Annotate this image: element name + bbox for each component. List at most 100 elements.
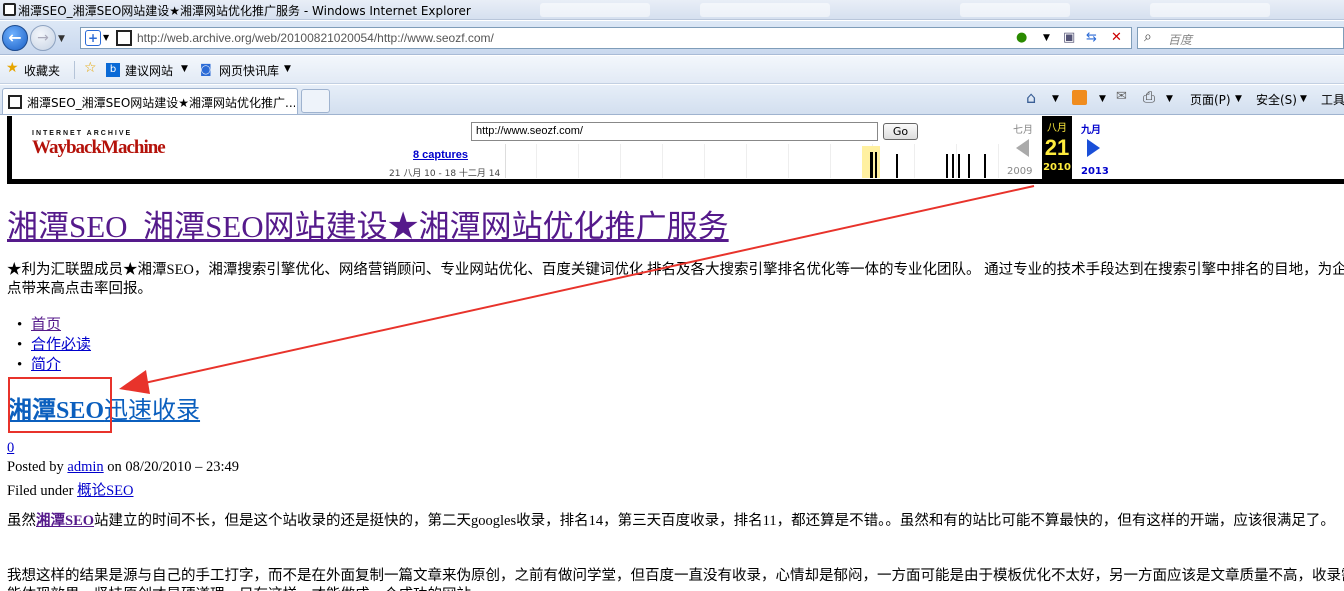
inline-keyword-link[interactable]: 湘潭SEO <box>36 513 94 529</box>
menu-link-cooperation[interactable]: 合作必读 <box>31 337 91 353</box>
address-toolbar: ← → ▼ + ▼ http://web.archive.org/web/201… <box>0 21 1344 55</box>
captures-link[interactable]: 8 captures <box>413 149 468 161</box>
sparkline-bar <box>896 154 898 178</box>
wayback-url-input[interactable]: http://www.seozf.com/ <box>471 122 878 141</box>
next-capture-arrow-icon[interactable] <box>1087 139 1100 157</box>
rss-feed-icon[interactable] <box>1072 90 1087 105</box>
safety-menu-button[interactable]: 安全(S) <box>1256 91 1297 108</box>
sparkline-bar <box>958 154 960 178</box>
sparkline-grid <box>662 144 663 178</box>
prev-year-link[interactable]: 2009 <box>1007 166 1032 177</box>
menu-link-home[interactable]: 首页 <box>31 317 61 333</box>
prev-capture-arrow-icon[interactable] <box>1016 139 1029 157</box>
search-placeholder[interactable]: 百度 <box>1168 31 1192 48</box>
address-dropdown-icon[interactable]: ▼ <box>1043 33 1050 43</box>
wayback-logo-top: INTERNET ARCHIVE <box>32 130 133 137</box>
chevron-down-icon[interactable]: ▼ <box>1166 94 1173 104</box>
window-title: 湘潭SEO_湘潭SEO网站建设★湘潭网站优化推广服务 - Windows Int… <box>18 4 471 18</box>
chevron-down-icon[interactable]: ▼ <box>1235 94 1242 104</box>
go-icon[interactable]: ● <box>1016 30 1027 45</box>
add-favorite-icon[interactable]: ☆ <box>84 60 97 76</box>
url-text[interactable]: http://web.archive.org/web/2010082102005… <box>137 31 494 45</box>
background-window-ghost <box>540 3 650 17</box>
wayback-go-button[interactable]: Go <box>883 123 918 140</box>
background-window-ghost <box>1150 3 1270 17</box>
sparkline-bar <box>968 154 970 178</box>
refresh-icon[interactable]: ⇆ <box>1086 30 1097 45</box>
sparkline-bar <box>946 154 948 178</box>
sparkline-grid <box>704 144 705 178</box>
search-icon: ⌕ <box>1144 29 1152 45</box>
favorites-star-icon[interactable]: ★ <box>6 60 19 76</box>
author-link[interactable]: admin <box>67 459 103 475</box>
post-meta-author: Posted by admin on 08/20/2010 – 23:49 <box>7 459 239 476</box>
back-button[interactable]: ← <box>2 25 28 51</box>
wayback-logo[interactable]: INTERNET ARCHIVE WaybackMachine <box>32 130 166 159</box>
next-month-link[interactable]: 九月 <box>1081 121 1101 136</box>
suggested-sites-link[interactable]: 建议网站 <box>125 62 173 79</box>
search-box[interactable]: ⌕ 百度 <box>1137 27 1344 49</box>
main-menu: 首页 合作必读 简介 <box>17 315 91 375</box>
chevron-down-icon[interactable]: ▼ <box>181 64 188 74</box>
recent-pages-dropdown-icon[interactable]: ▼ <box>58 34 65 44</box>
comments-count-link[interactable]: 0 <box>7 440 14 457</box>
bing-icon: b <box>106 63 120 77</box>
toolbar-divider <box>74 61 75 79</box>
menu-item-home: 首页 <box>17 315 91 335</box>
chevron-down-icon[interactable]: ▼ <box>1300 94 1307 104</box>
sparkline-grid <box>914 144 915 178</box>
sparkline-bar <box>952 154 954 178</box>
post-title-rest: 迅速收录 <box>104 398 201 424</box>
posted-by-label: Posted by <box>7 459 64 475</box>
favorites-bar: ★ 收藏夹 ☆ b 建议网站 ▼ ◙ 网页快讯库 ▼ <box>0 56 1344 84</box>
tab-title[interactable]: 湘潭SEO_湘潭SEO网站建设★湘潭网站优化推广... <box>27 94 295 111</box>
post-paragraph-2: 我想这样的结果是源与自己的手工打字，而不是在外面复制一篇文章来伪原创，之前有做问… <box>7 568 1344 591</box>
home-icon[interactable]: ⌂ <box>1026 88 1036 107</box>
page-menu-button[interactable]: 页面(P) <box>1190 91 1231 108</box>
tab-favicon <box>8 95 22 109</box>
web-slice-icon: ◙ <box>200 62 212 76</box>
capture-sparkline[interactable] <box>505 144 1008 178</box>
background-window-ghost <box>960 3 1070 17</box>
chevron-down-icon[interactable]: ▼ <box>284 64 291 74</box>
mail-icon[interactable]: ✉ <box>1116 89 1127 104</box>
prev-month-link[interactable]: 七月 <box>1013 121 1033 136</box>
wayback-logo-bottom: WaybackMachine <box>32 137 166 158</box>
site-title-link[interactable]: 湘潭SEO_湘潭SEO网站建设★湘潭网站优化推广服务 <box>7 201 729 246</box>
sparkline-grid <box>788 144 789 178</box>
next-year-link[interactable]: 2013 <box>1081 166 1109 177</box>
print-icon[interactable]: ⎙ <box>1143 88 1155 106</box>
chevron-down-icon[interactable]: ▼ <box>1052 94 1059 104</box>
page-content: 湘潭SEO_湘潭SEO网站建设★湘潭网站优化推广服务 ★利为汇联盟成员★湘潭SE… <box>7 186 1344 591</box>
sparkline-bar <box>875 152 877 178</box>
annotation-highlight-box <box>8 377 112 433</box>
chevron-down-icon[interactable]: ▼ <box>1099 94 1106 104</box>
chevron-down-icon[interactable]: ▼ <box>103 33 109 42</box>
stop-icon[interactable]: ✕ <box>1111 30 1122 45</box>
current-day: 21 <box>1044 135 1070 160</box>
new-tab-button[interactable] <box>301 89 330 113</box>
sparkline-grid <box>830 144 831 178</box>
site-favicon <box>116 30 132 46</box>
sparkline-bar <box>984 154 986 178</box>
sparkline-bar <box>870 152 873 178</box>
capture-range: 21 八月 10 - 18 十二月 14 <box>389 169 501 179</box>
background-window-ghost <box>700 3 830 17</box>
sparkline-grid <box>536 144 537 178</box>
wayback-toolbar: INTERNET ARCHIVE WaybackMachine http://w… <box>7 116 1344 184</box>
tools-menu-button[interactable]: 工具 <box>1321 91 1344 108</box>
post-meta-category: Filed under 概论SEO <box>7 479 133 500</box>
compatibility-icon[interactable]: + <box>85 30 101 46</box>
sparkline-grid <box>578 144 579 178</box>
favorites-button[interactable]: 收藏夹 <box>24 62 60 79</box>
tab-current[interactable]: 湘潭SEO_湘潭SEO网站建设★湘潭网站优化推广... <box>2 88 298 114</box>
menu-link-about[interactable]: 简介 <box>31 357 61 373</box>
forward-button[interactable]: → <box>30 25 56 51</box>
web-slice-gallery-link[interactable]: 网页快讯库 <box>219 62 279 79</box>
category-link[interactable]: 概论SEO <box>77 483 133 499</box>
sparkline-grid <box>620 144 621 178</box>
compatibility-view-icon[interactable]: ▣ <box>1063 30 1075 45</box>
para1-text: 站建立的时间不长，但是这个站收录的还是挺快的，第二天googles收录，排名14… <box>94 513 1335 529</box>
menu-item-about: 简介 <box>17 355 91 375</box>
address-input[interactable]: + ▼ http://web.archive.org/web/201008210… <box>80 27 1132 49</box>
